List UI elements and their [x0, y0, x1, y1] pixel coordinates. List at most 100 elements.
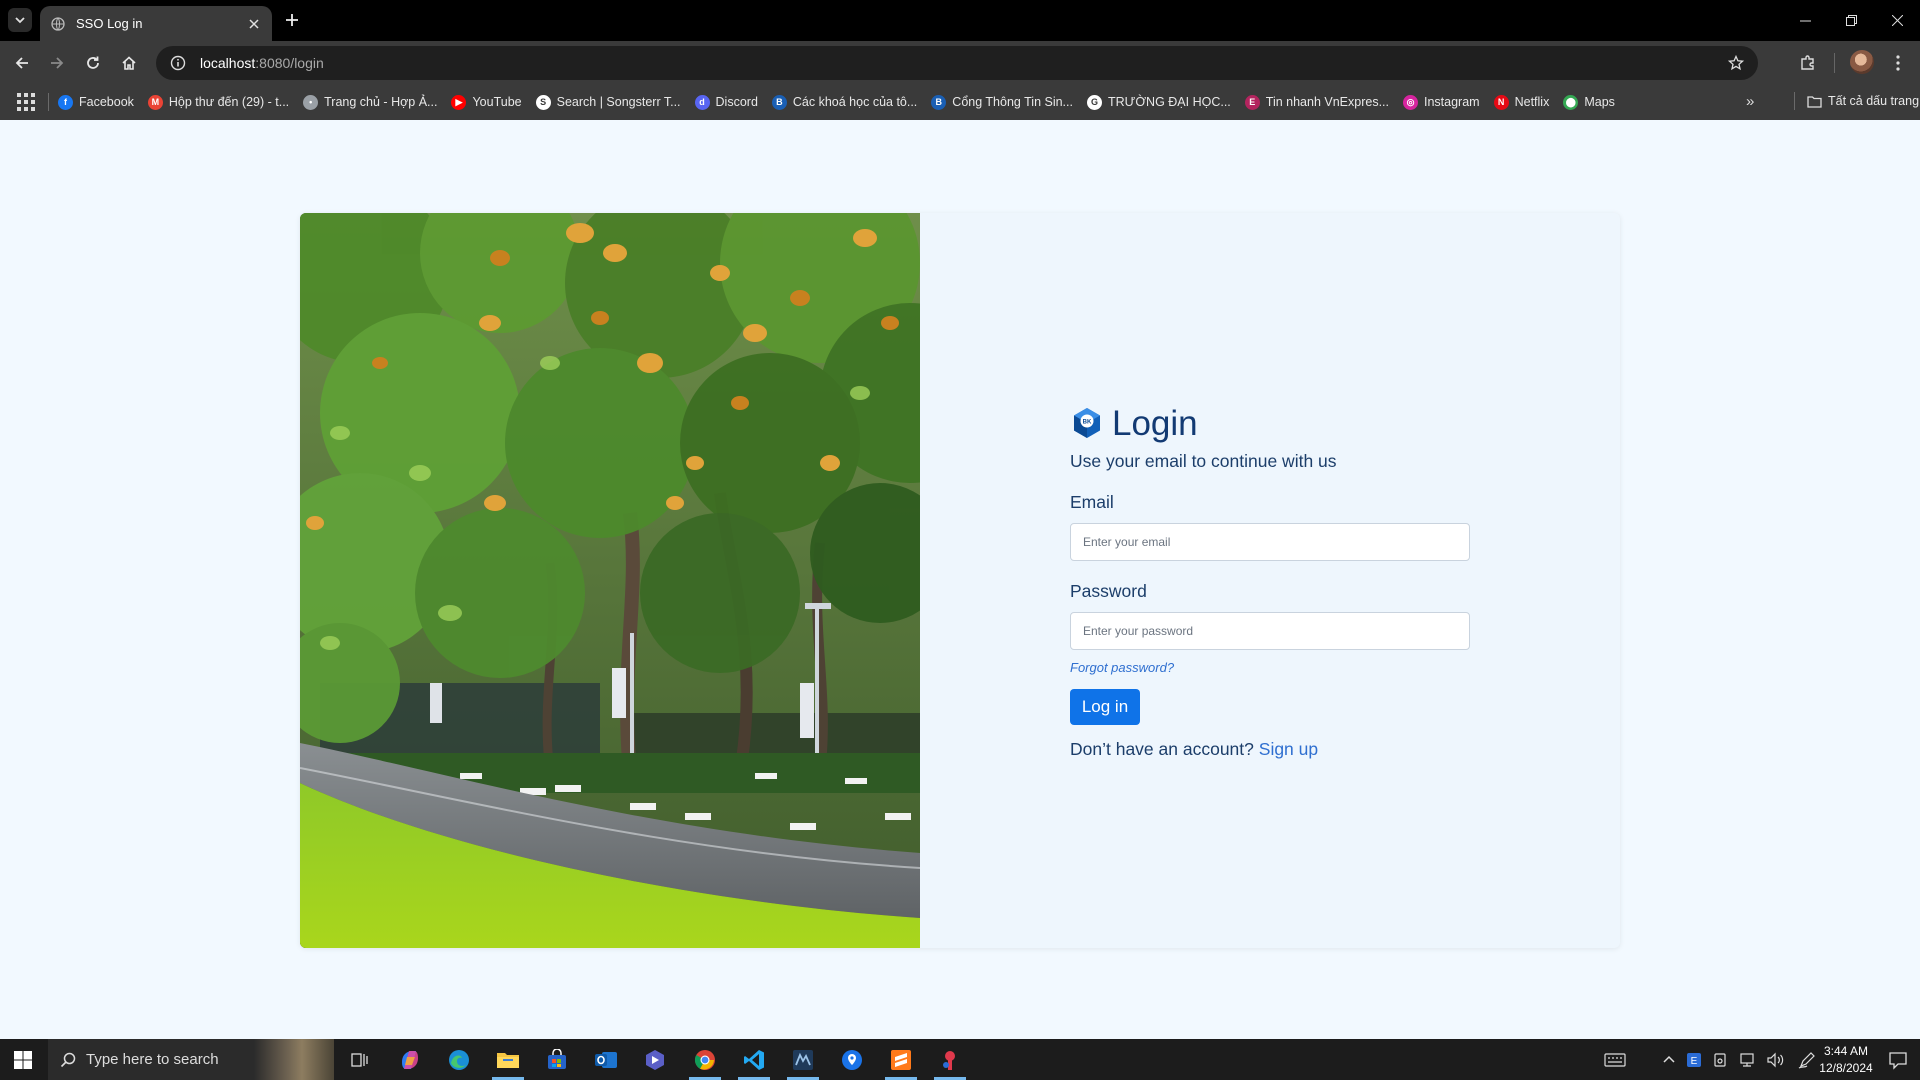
bookmark-label: Netflix — [1514, 95, 1550, 109]
chevron-up-icon[interactable] — [1662, 1053, 1676, 1067]
bookmarks-divider — [1794, 92, 1795, 110]
url-host: localhost — [200, 55, 256, 71]
gmail-icon: M — [147, 94, 163, 110]
bookmark-item[interactable]: d Discord — [694, 94, 758, 110]
home-icon — [122, 56, 136, 70]
bookmark-item[interactable]: S Search | Songsterr T... — [535, 94, 681, 110]
tab-search-button[interactable] — [8, 8, 32, 32]
taskbar-app-red[interactable] — [926, 1039, 974, 1080]
apps-grid-icon[interactable] — [16, 92, 36, 112]
bookmark-item[interactable]: G TRƯỜNG ĐẠI HỌC... — [1086, 94, 1231, 110]
taskbar-vscode[interactable] — [730, 1039, 778, 1080]
signup-link[interactable]: Sign up — [1259, 739, 1318, 759]
forgot-password-link[interactable]: Forgot password? — [1070, 660, 1174, 675]
taskbar-sublime[interactable] — [877, 1039, 925, 1080]
email-input[interactable] — [1083, 535, 1457, 549]
facebook-icon: f — [58, 94, 73, 110]
vnexpress-icon: E — [1244, 94, 1260, 110]
bookmarks-bar: f Facebook M Hộp thư đến (29) - t... • Trang … — [0, 84, 1920, 120]
bookmark-item[interactable]: f Facebook — [58, 94, 134, 110]
taskbar-app-purple[interactable] — [631, 1039, 679, 1080]
email-field[interactable] — [1070, 523, 1470, 561]
store-icon — [548, 1048, 566, 1069]
bk-logo-icon: BK — [1074, 408, 1100, 438]
bookmark-label: Cổng Thông Tin Sin... — [952, 95, 1073, 109]
bookmark-item[interactable]: ⬤ Maps — [1563, 94, 1615, 110]
start-button[interactable] — [0, 1039, 46, 1080]
pen-icon[interactable] — [1798, 1051, 1816, 1069]
bk-icon: B — [931, 94, 947, 110]
folder-icon — [1807, 95, 1822, 108]
bookmark-label: Instagram — [1424, 95, 1480, 109]
task-view-button[interactable] — [336, 1039, 384, 1080]
sublime-icon — [891, 1049, 911, 1070]
taskbar-store[interactable] — [533, 1039, 581, 1080]
taskbar-copilot[interactable] — [386, 1039, 434, 1080]
system-tray: E — [1604, 1039, 1816, 1080]
taskbar-app-dark[interactable] — [779, 1039, 827, 1080]
taskbar-file-explorer[interactable] — [484, 1039, 532, 1080]
bookmark-label: YouTube — [472, 95, 522, 109]
bookmark-label: TRƯỜNG ĐẠI HỌC... — [1107, 95, 1231, 109]
network-icon[interactable] — [1738, 1052, 1756, 1068]
taskbar-search[interactable]: Type here to search — [48, 1039, 334, 1080]
volume-icon[interactable] — [1766, 1052, 1784, 1068]
bookmark-label: Tin nhanh VnExpres... — [1265, 95, 1389, 109]
browser-tab-active[interactable]: SSO Log in — [40, 6, 272, 41]
bookmark-label: Discord — [715, 95, 758, 109]
taskbar-search-placeholder: Type here to search — [86, 1051, 219, 1068]
taskbar-chrome[interactable] — [681, 1039, 729, 1080]
address-bar[interactable]: localhost:8080/login — [156, 46, 1758, 80]
forward-button[interactable] — [45, 51, 69, 75]
taskbar-clock[interactable]: 3:44 AM 12/8/2024 — [1816, 1043, 1876, 1077]
login-card: BK Login Use your email to continue with… — [300, 213, 1620, 948]
bookmark-item[interactable]: M Hộp thư đến (29) - t... — [147, 94, 289, 110]
taskbar-maps[interactable] — [828, 1039, 876, 1080]
kebab-menu-icon — [1896, 55, 1900, 71]
bookmark-star-icon[interactable] — [1726, 53, 1746, 73]
site-info-icon[interactable] — [168, 53, 188, 73]
bookmark-item[interactable]: ◎ Instagram — [1403, 94, 1480, 110]
bookmark-item[interactable]: • Trang chủ - Hợp Ả... — [303, 94, 437, 110]
new-tab-button[interactable] — [281, 9, 303, 31]
home-button[interactable] — [117, 51, 141, 75]
outlook-icon — [595, 1051, 617, 1068]
reload-icon — [87, 56, 99, 69]
device-icon[interactable] — [1712, 1052, 1728, 1068]
profile-avatar[interactable] — [1850, 50, 1874, 74]
bookmark-item[interactable]: E Tin nhanh VnExpres... — [1244, 94, 1389, 110]
browser-toolbar: localhost:8080/login — [0, 41, 1920, 84]
tab-close-icon[interactable] — [246, 16, 262, 32]
bookmark-item[interactable]: B Cổng Thông Tin Sin... — [931, 94, 1073, 110]
clock-date: 12/8/2024 — [1819, 1061, 1873, 1075]
window-controls — [1782, 0, 1920, 41]
app-icon — [793, 1049, 813, 1070]
close-icon — [1891, 15, 1903, 26]
chrome-icon — [694, 1049, 715, 1070]
bookmark-item[interactable]: B Các khoá học của tô... — [771, 94, 917, 110]
extensions-button[interactable] — [1796, 51, 1820, 75]
taskbar-edge[interactable] — [435, 1039, 483, 1080]
back-button[interactable] — [10, 51, 34, 75]
more-bookmarks-button[interactable]: » — [1746, 93, 1754, 110]
google-icon: G — [1086, 94, 1102, 110]
password-field[interactable] — [1070, 612, 1470, 650]
input-method-icon[interactable]: E — [1686, 1052, 1702, 1068]
folder-icon — [497, 1052, 519, 1068]
notifications-button[interactable] — [1888, 1050, 1908, 1070]
keyboard-icon[interactable] — [1604, 1052, 1626, 1068]
minimize-button[interactable] — [1782, 0, 1828, 41]
all-bookmarks-button[interactable]: Tất cả dấu trang — [1794, 92, 1919, 110]
close-window-button[interactable] — [1874, 0, 1920, 41]
notification-icon — [1889, 1052, 1907, 1070]
bookmark-item[interactable]: ▶ YouTube — [451, 94, 522, 110]
password-input[interactable] — [1083, 624, 1457, 638]
menu-button[interactable] — [1886, 51, 1910, 75]
all-bookmarks-label: Tất cả dấu trang — [1828, 94, 1920, 108]
taskbar-outlook[interactable] — [582, 1039, 630, 1080]
reload-button[interactable] — [81, 51, 105, 75]
login-button[interactable]: Log in — [1070, 689, 1140, 725]
bookmark-item[interactable]: N Netflix — [1493, 94, 1550, 110]
restore-button[interactable] — [1828, 0, 1874, 41]
clock-time: 3:44 AM — [1823, 1044, 1869, 1058]
